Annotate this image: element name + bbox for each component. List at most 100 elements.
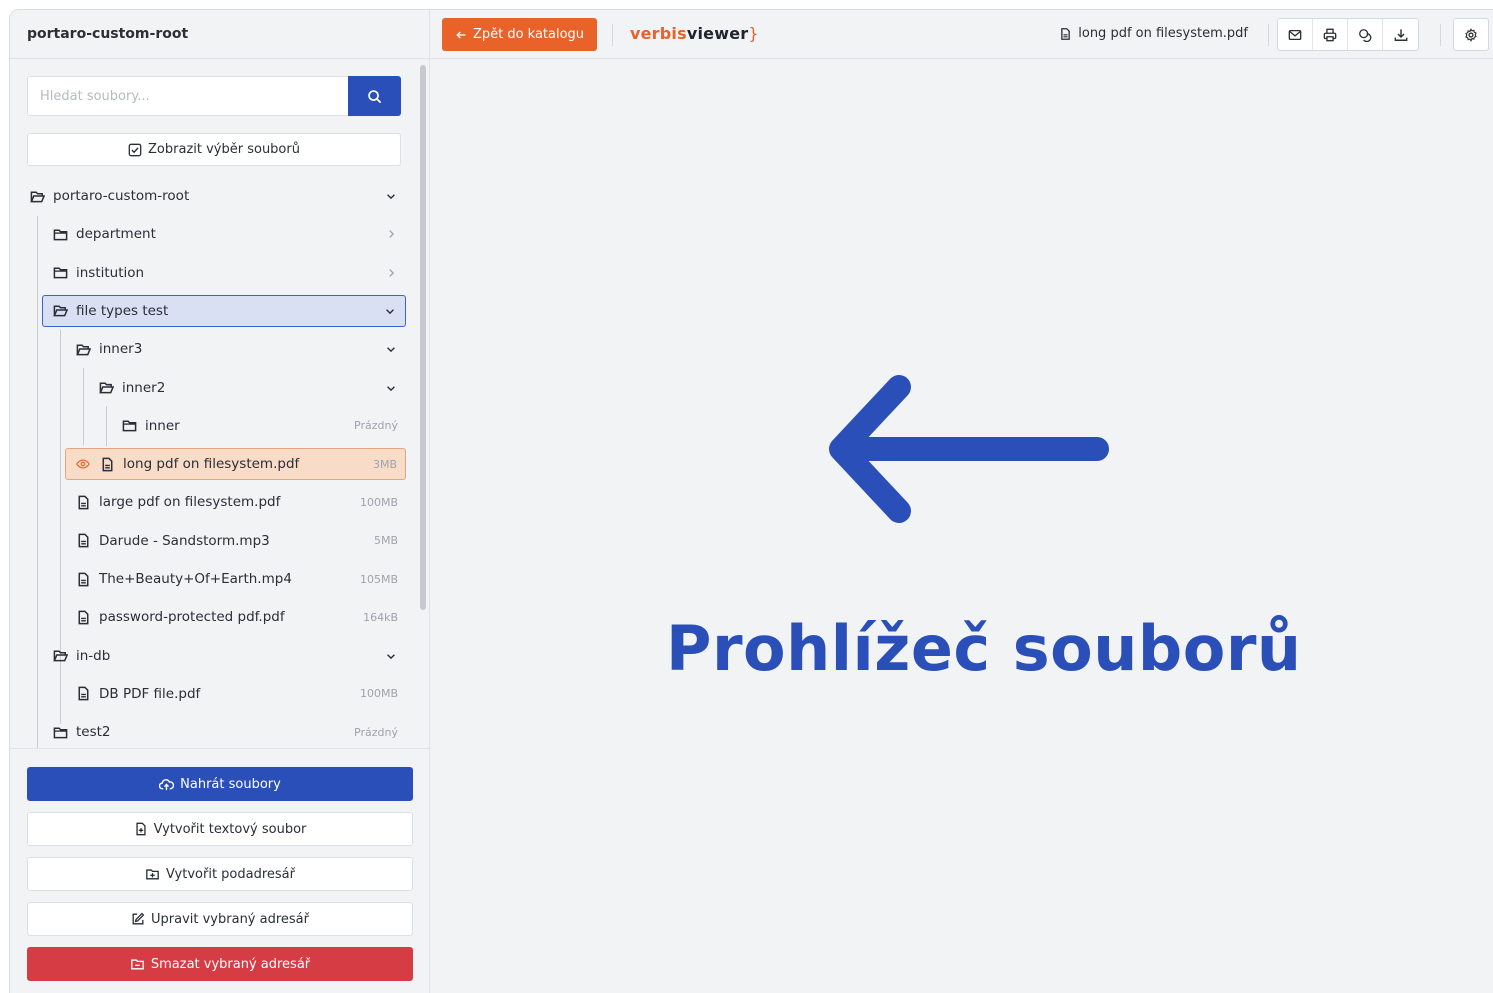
sidebar-actions: Nahrát soubory Vytvořit textový soubor V… — [10, 748, 430, 993]
gear-icon — [1465, 27, 1477, 42]
viewer-toolbar: Zpět do katalogu verbisviewer} long pdf … — [430, 10, 1493, 59]
edit-icon — [132, 912, 145, 925]
tree-item-label: long pdf on filesystem.pdf — [123, 456, 300, 473]
file-icon — [75, 571, 91, 587]
chevron-down-icon[interactable] — [384, 649, 398, 663]
file-tree-item[interactable]: The+Beauty+Of+Earth.mp4 105MB — [75, 563, 406, 595]
tree-guide-line — [83, 368, 84, 445]
folder-tree-item[interactable]: test2 Prázdný — [52, 716, 406, 748]
checkbox-icon — [128, 143, 142, 156]
chevron-down-icon[interactable] — [384, 381, 398, 395]
mail-icon — [1288, 29, 1302, 40]
file-icon — [75, 533, 91, 549]
current-file-name: long pdf on filesystem.pdf — [1059, 26, 1248, 41]
folder-tree-item[interactable]: department — [52, 218, 406, 250]
print-icon — [1323, 28, 1337, 41]
toolbar-divider — [1268, 24, 1269, 46]
folder-tree-item[interactable]: in-db — [52, 640, 406, 672]
file-tree: portaro-custom-root department institution… — [10, 178, 420, 748]
file-tree-item[interactable]: Darude - Sandstorm.mp3 5MB — [75, 525, 406, 557]
folder-open-icon — [75, 341, 91, 357]
copy-button[interactable] — [1348, 19, 1383, 50]
folder-tree-item[interactable]: inner2 — [98, 372, 406, 404]
current-file-label: long pdf on filesystem.pdf — [1078, 26, 1248, 41]
create-text-file-button[interactable]: Vytvořit textový soubor — [27, 812, 413, 846]
tree-item-meta: 100MB — [359, 495, 398, 509]
file-plus-icon — [135, 822, 146, 836]
tree-item-label: in-db — [76, 647, 111, 664]
sidebar-title: portaro-custom-root — [10, 10, 429, 59]
tree-item-label: DB PDF file.pdf — [99, 685, 201, 702]
edit-dir-button[interactable]: Upravit vybraný adresář — [27, 902, 413, 936]
viewer-placeholder-title: Prohlížeč souborů — [666, 612, 1302, 685]
cloud-upload-icon — [159, 778, 175, 790]
chevron-right-icon[interactable] — [384, 227, 398, 241]
delete-dir-button[interactable]: Smazat vybraný adresář — [27, 947, 413, 981]
file-tree-item[interactable]: DB PDF file.pdf 100MB — [75, 678, 406, 710]
folder-plus-icon — [146, 869, 159, 880]
file-icon — [75, 686, 91, 702]
tree-item-label: large pdf on filesystem.pdf — [99, 494, 281, 511]
chevron-down-icon[interactable] — [384, 189, 398, 203]
chevron-down-icon[interactable] — [383, 304, 397, 318]
arrow-left-icon — [456, 31, 466, 38]
chevron-right-icon[interactable] — [384, 266, 398, 280]
delete-dir-label: Smazat vybraný adresář — [150, 956, 311, 972]
back-to-catalog-label: Zpět do katalogu — [472, 27, 585, 42]
tree-item-meta: 3MB — [372, 457, 397, 471]
folder-icon — [52, 265, 68, 281]
file-tree-item[interactable]: large pdf on filesystem.pdf 100MB — [75, 486, 406, 518]
folder-open-icon — [52, 303, 68, 319]
file-tree-item[interactable]: password-protected pdf.pdf 164kB — [75, 601, 406, 633]
back-to-catalog-button[interactable]: Zpět do katalogu — [442, 18, 597, 51]
tree-guide-line — [37, 216, 38, 748]
tree-item-label: password-protected pdf.pdf — [99, 609, 285, 626]
tree-guide-line — [60, 330, 61, 675]
tree-item-label: portaro-custom-root — [53, 188, 190, 204]
chevron-down-icon[interactable] — [384, 342, 398, 356]
folder-tree-item[interactable]: inner Prázdný — [121, 410, 406, 442]
brand-logo: verbisviewer} — [630, 24, 759, 43]
print-button[interactable] — [1313, 19, 1348, 50]
folder-icon — [52, 226, 68, 242]
show-selection-label: Zobrazit výběr souborů — [148, 142, 300, 157]
tree-item-meta: 105MB — [359, 572, 398, 586]
search-bar — [27, 76, 401, 116]
sidebar-scrollbar[interactable] — [420, 65, 426, 610]
tree-item-label: institution — [76, 264, 145, 281]
download-icon — [1394, 28, 1407, 41]
show-selection-button[interactable]: Zobrazit výběr souborů — [27, 133, 401, 166]
file-tools — [1277, 18, 1419, 51]
mail-button[interactable] — [1278, 19, 1313, 50]
tree-item-label: inner — [145, 417, 180, 434]
search-button[interactable] — [348, 76, 401, 116]
eye-icon — [75, 456, 91, 472]
upload-files-button[interactable]: Nahrát soubory — [27, 767, 413, 801]
folder-minus-icon — [131, 959, 144, 970]
create-text-file-label: Vytvořit textový soubor — [153, 821, 307, 837]
folder-open-icon — [98, 380, 114, 396]
file-tree-item[interactable]: long pdf on filesystem.pdf 3MB — [65, 448, 406, 481]
settings-button[interactable] — [1453, 18, 1489, 51]
tree-item-meta: 164kB — [363, 610, 398, 624]
folder-tree-item[interactable]: institution — [52, 257, 406, 289]
edit-dir-label: Upravit vybraný adresář — [151, 911, 309, 927]
tree-item-label: Darude - Sandstorm.mp3 — [99, 532, 270, 549]
tree-item-label: file types test — [76, 302, 169, 319]
folder-icon — [121, 418, 137, 434]
search-icon — [368, 89, 381, 103]
tree-item-label: inner3 — [99, 341, 143, 358]
folder-open-icon — [52, 648, 68, 664]
upload-files-label: Nahrát soubory — [180, 776, 281, 792]
search-input[interactable] — [27, 76, 348, 116]
download-button[interactable] — [1383, 19, 1418, 50]
file-icon — [75, 609, 91, 625]
arrow-left-icon — [829, 375, 1109, 523]
create-subdir-button[interactable]: Vytvořit podadresář — [27, 857, 413, 891]
tree-item-label: test2 — [76, 724, 111, 741]
folder-tree-item[interactable]: file types test — [42, 294, 406, 327]
sidebar: portaro-custom-root Zobrazit výběr soubo… — [10, 10, 430, 993]
folder-tree-item[interactable]: inner3 — [75, 333, 406, 365]
toolbar-divider — [612, 24, 613, 46]
folder-tree-item[interactable]: portaro-custom-root — [29, 180, 406, 212]
